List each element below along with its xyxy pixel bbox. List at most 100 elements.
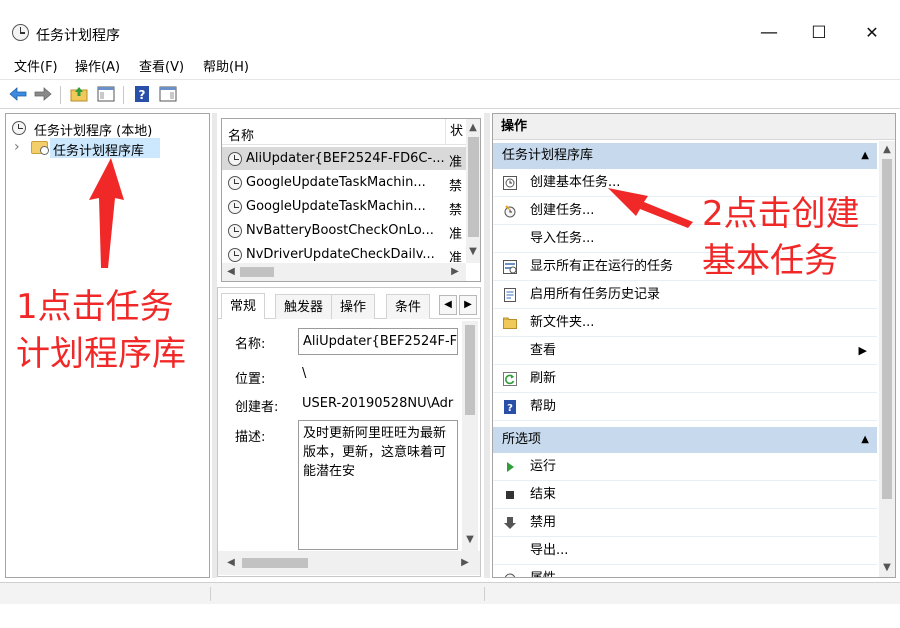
- task-list-header: 名称 状: [222, 119, 466, 145]
- action-end[interactable]: 结束: [493, 481, 877, 509]
- new-folder-icon: [503, 317, 517, 329]
- pane-splitter[interactable]: [484, 113, 490, 578]
- clock-icon: [12, 121, 26, 135]
- actions-vscrollbar[interactable]: ▲ ▼: [879, 141, 895, 577]
- task-row[interactable]: AliUpdater{BEF2524F-FD6C-... 准: [222, 147, 466, 170]
- action-view[interactable]: 查看 ▶: [493, 337, 877, 365]
- actions-pane: 操作 任务计划程序库 ▲ 创建基本任务... 创建任务... 导入任务... 显…: [492, 113, 896, 578]
- task-list-hscrollbar[interactable]: ◀ ▶: [222, 263, 466, 281]
- task-row[interactable]: NvDriverUpdateCheckDailv... 准: [222, 243, 466, 262]
- annotation-step2-line1: 2点击创建: [702, 194, 860, 234]
- scroll-thumb[interactable]: [240, 267, 274, 277]
- task-name: GoogleUpdateTaskMachin...: [246, 199, 426, 214]
- minimize-button[interactable]: —: [754, 20, 784, 46]
- refresh-icon: [503, 372, 517, 386]
- scroll-left-arrow-icon[interactable]: ◀: [224, 556, 238, 570]
- action-run[interactable]: 运行: [493, 453, 877, 481]
- expand-chevron-icon[interactable]: ›: [14, 139, 20, 155]
- task-details-pane: 常规 触发器 操作 条件 ◀ ▶ 名称: AliUpdater{BEF2524F…: [217, 287, 481, 577]
- task-list-vscrollbar[interactable]: ▲ ▼: [466, 119, 480, 263]
- action-label: 创建基本任务...: [530, 175, 621, 190]
- name-field[interactable]: AliUpdater{BEF2524F-FD: [298, 328, 458, 355]
- action-export[interactable]: 导出...: [493, 537, 877, 565]
- collapse-caret-icon[interactable]: ▲: [861, 427, 869, 453]
- menu-file[interactable]: 文件(F): [14, 56, 58, 75]
- scroll-thumb[interactable]: [882, 159, 892, 499]
- scroll-down-arrow-icon[interactable]: ▼: [463, 533, 477, 547]
- details-hscrollbar[interactable]: ◀ ▶: [218, 551, 480, 575]
- scroll-right-arrow-icon[interactable]: ▶: [458, 556, 472, 570]
- action-label: 导出...: [530, 543, 569, 558]
- task-clock-icon: [228, 176, 242, 190]
- description-field[interactable]: 及时更新阿里旺旺为最新版本，更新，这意味着可能潜在安: [298, 420, 458, 550]
- scroll-up-arrow-icon[interactable]: ▲: [466, 121, 480, 135]
- task-status: 禁: [449, 179, 463, 194]
- scroll-thumb[interactable]: [242, 558, 308, 568]
- description-label: 描述:: [235, 430, 266, 445]
- forward-arrow-icon[interactable]: [33, 84, 53, 104]
- scroll-up-arrow-icon[interactable]: ▲: [880, 143, 894, 157]
- scroll-down-arrow-icon[interactable]: ▼: [880, 561, 894, 575]
- show-hide-console-tree-icon[interactable]: [96, 84, 116, 104]
- menu-help[interactable]: 帮助(H): [203, 56, 249, 75]
- menu-action[interactable]: 操作(A): [75, 56, 120, 75]
- column-header-status[interactable]: 状: [445, 119, 466, 145]
- task-clock-icon: [228, 152, 242, 166]
- task-clock-icon: [228, 224, 242, 238]
- tab-actions[interactable]: 操作: [331, 294, 376, 319]
- task-clock-icon: [228, 248, 242, 262]
- action-refresh[interactable]: 刷新: [493, 365, 877, 393]
- back-arrow-icon[interactable]: [8, 84, 28, 104]
- action-new-folder[interactable]: 新文件夹...: [493, 309, 877, 337]
- column-header-name[interactable]: 名称: [228, 125, 254, 144]
- location-label: 位置:: [235, 372, 266, 387]
- scroll-down-arrow-icon[interactable]: ▼: [466, 245, 480, 259]
- tab-general[interactable]: 常规: [221, 293, 266, 319]
- action-label: 刷新: [530, 371, 557, 386]
- action-properties[interactable]: 属性: [493, 565, 877, 577]
- up-folder-icon[interactable]: [69, 84, 89, 104]
- task-name: AliUpdater{BEF2524F-FD6C-...: [246, 151, 445, 166]
- action-disable[interactable]: 禁用: [493, 509, 877, 537]
- tab-scroll-left-icon[interactable]: ◀: [439, 295, 457, 315]
- maximize-button[interactable]: ☐: [804, 20, 834, 46]
- menu-view[interactable]: 查看(V): [139, 56, 184, 75]
- scroll-right-arrow-icon[interactable]: ▶: [448, 265, 462, 279]
- status-separator: [484, 587, 485, 601]
- task-row[interactable]: GoogleUpdateTaskMachin... 禁: [222, 171, 466, 194]
- tree-item-label: 任务计划程序库: [53, 144, 145, 159]
- action-enable-history[interactable]: 启用所有任务历史记录: [493, 281, 877, 309]
- section-title: 所选项: [502, 432, 542, 447]
- task-status: 准: [449, 227, 463, 242]
- submenu-arrow-icon: ▶: [858, 344, 867, 357]
- help-icon[interactable]: ?: [132, 84, 152, 104]
- scroll-thumb[interactable]: [465, 325, 475, 415]
- status-bar: [0, 582, 900, 604]
- tree-root-label: 任务计划程序 (本地): [34, 124, 153, 139]
- action-label: 创建任务...: [530, 203, 595, 218]
- action-label: 查看: [530, 343, 557, 358]
- action-label: 结束: [530, 487, 557, 502]
- details-vscrollbar[interactable]: ▼: [462, 321, 478, 551]
- action-help[interactable]: ? 帮助: [493, 393, 877, 421]
- task-row[interactable]: NvBatteryBoostCheckOnLo... 准: [222, 219, 466, 242]
- tab-triggers[interactable]: 触发器: [275, 294, 333, 319]
- annotation-step1-line1: 1点击任务: [16, 287, 174, 327]
- task-list-pane: 名称 状 AliUpdater{BEF2524F-FD6C-... 准 Goog…: [221, 118, 481, 282]
- tab-scroll-right-icon[interactable]: ▶: [459, 295, 477, 315]
- scroll-thumb[interactable]: [468, 137, 479, 237]
- collapse-caret-icon[interactable]: ▲: [861, 143, 869, 169]
- scroll-left-arrow-icon[interactable]: ◀: [224, 265, 238, 279]
- show-hide-action-pane-icon[interactable]: [158, 84, 178, 104]
- tab-conditions[interactable]: 条件: [386, 294, 431, 319]
- toolbar-separator: [123, 86, 124, 104]
- task-row[interactable]: GoogleUpdateTaskMachin... 禁: [222, 195, 466, 218]
- action-label: 导入任务...: [530, 231, 595, 246]
- details-tabs: 常规 触发器 操作 条件 ◀ ▶: [218, 293, 480, 319]
- task-scheduler-clock-icon: [12, 24, 29, 41]
- author-label: 创建者:: [235, 400, 279, 415]
- close-button[interactable]: ✕: [857, 20, 887, 46]
- section-task-library[interactable]: 任务计划程序库 ▲: [493, 143, 877, 169]
- name-label: 名称:: [235, 337, 266, 352]
- section-selected-item[interactable]: 所选项 ▲: [493, 427, 877, 453]
